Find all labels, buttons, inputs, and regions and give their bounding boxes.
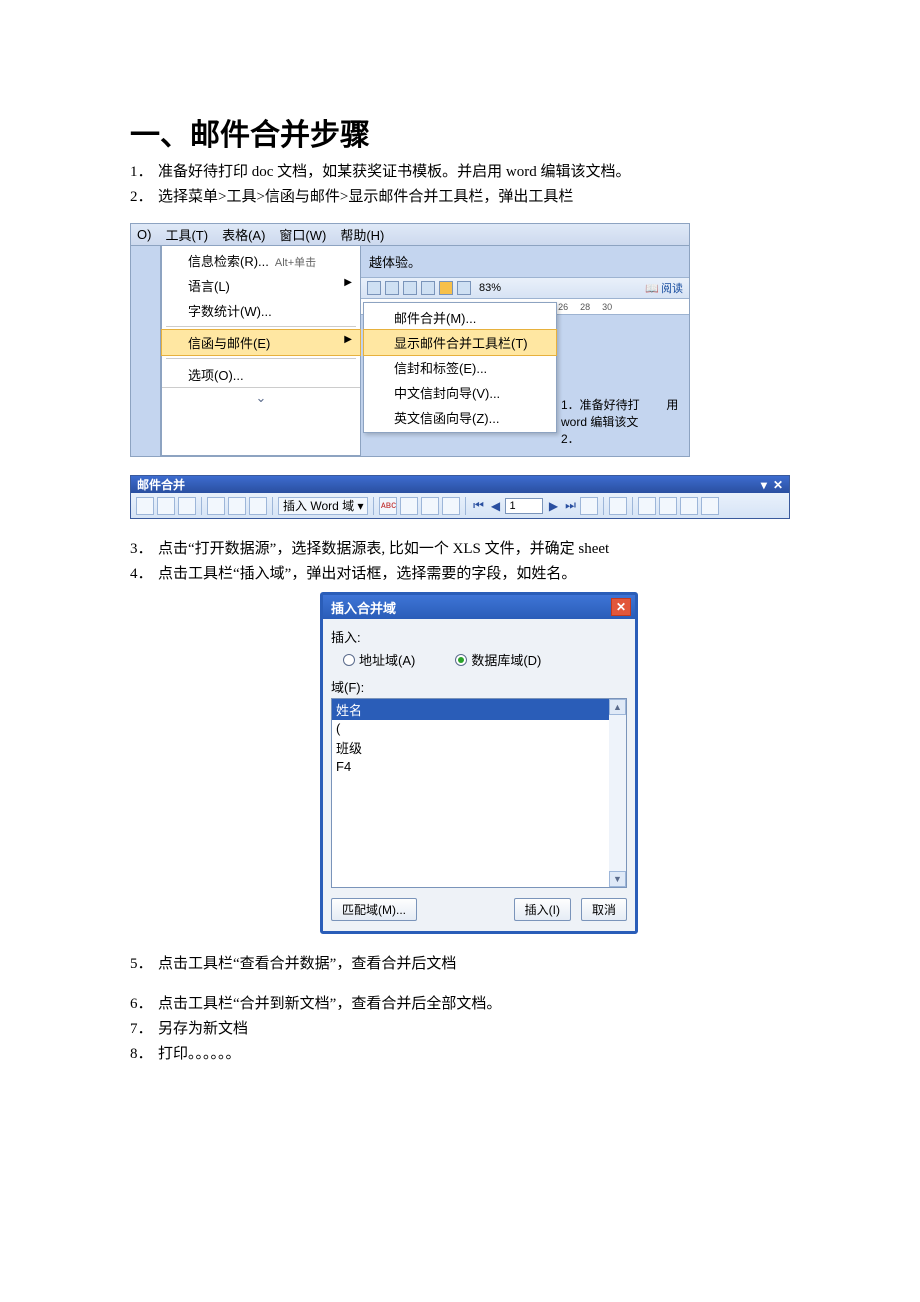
step-3: 3．点击“打开数据源”，选择数据源表, 比如一个 XLS 文件，并确定 shee… xyxy=(130,537,790,561)
toolbar-close-icon[interactable]: ✕ xyxy=(773,478,783,492)
mm-icon[interactable] xyxy=(580,497,598,515)
mm-first-record-icon[interactable]: ⏮ xyxy=(471,497,485,515)
word-menu-screenshot: O) 工具(T) 表格(A) 窗口(W) 帮助(H) 信息检索(R)...Alt… xyxy=(130,223,690,457)
step-5: 5．点击工具栏“查看合并数据”，查看合并后文档 xyxy=(130,952,790,976)
mm-icon[interactable] xyxy=(157,497,175,515)
toolbar-icon[interactable] xyxy=(385,281,399,295)
menubar-item-table[interactable]: 表格(A) xyxy=(222,225,265,244)
radio-address-fields[interactable]: 地址域(A) xyxy=(343,650,415,669)
mm-view-merged-icon[interactable]: ᴀʙᴄ xyxy=(379,497,397,515)
submenu-cn-envelope-wizard[interactable]: 中文信封向导(V)... xyxy=(364,380,556,405)
mm-icon[interactable] xyxy=(178,497,196,515)
mm-next-record-icon[interactable]: ▶ xyxy=(546,497,560,515)
field-listbox[interactable]: 姓名 ( 班级 F4 ▲ ▼ xyxy=(331,698,627,888)
word-format-toolbar: 83% 📖 阅读 xyxy=(361,277,689,299)
step-8: 8．打印。。。。。。 xyxy=(130,1042,790,1066)
toolbar-icon[interactable] xyxy=(421,281,435,295)
menubar-item-window[interactable]: 窗口(W) xyxy=(279,225,326,244)
reading-view-button[interactable]: 📖 阅读 xyxy=(645,280,683,296)
menubar-item-tools[interactable]: 工具(T) xyxy=(165,225,208,244)
word-left-gutter xyxy=(131,246,161,456)
menubar-item[interactable]: O) xyxy=(137,227,151,242)
radio-database-fields[interactable]: 数据库域(D) xyxy=(455,650,541,669)
menu-item-research[interactable]: 信息检索(R)...Alt+单击 xyxy=(162,248,360,273)
mm-icon[interactable] xyxy=(680,497,698,515)
toolbar-icon[interactable] xyxy=(403,281,417,295)
insert-label: 插入: xyxy=(331,627,627,646)
list-item[interactable]: F4 xyxy=(332,758,626,775)
dialog-title: 插入合并域 xyxy=(331,598,396,617)
page-title: 一、邮件合并步骤 xyxy=(130,110,790,154)
mm-toolbar-title: 邮件合并 ▾ ✕ xyxy=(131,476,789,493)
word-right-text: 越体验。 xyxy=(361,246,689,277)
cancel-button[interactable]: 取消 xyxy=(581,898,627,921)
scroll-up-icon[interactable]: ▲ xyxy=(609,699,626,715)
tools-dropdown: 信息检索(R)...Alt+单击 语言(L)▶ 字数统计(W)... 信函与邮件… xyxy=(161,246,361,456)
mm-icon[interactable] xyxy=(400,497,418,515)
menu-item-letters-mail[interactable]: 信函与邮件(E)▶ xyxy=(161,329,361,356)
word-doc-area: 1．准备好待打 用 word 编辑该文 2． xyxy=(561,396,683,447)
mm-icon[interactable] xyxy=(136,497,154,515)
list-item[interactable]: 班级 xyxy=(332,737,626,758)
menu-item-language[interactable]: 语言(L)▶ xyxy=(162,273,360,298)
step-1: 1．准备好待打印 doc 文档，如某获奖证书模板。并启用 word 编辑该文档。 xyxy=(130,160,790,184)
menu-expand-chevron-icon[interactable]: ⌄ xyxy=(162,387,360,408)
submenu-mail-merge[interactable]: 邮件合并(M)... xyxy=(364,305,556,330)
list-item[interactable]: 姓名 xyxy=(332,699,626,720)
letters-mail-submenu: 邮件合并(M)... 显示邮件合并工具栏(T) 信封和标签(E)... 中文信封… xyxy=(363,302,557,433)
menu-item-wordcount[interactable]: 字数统计(W)... xyxy=(162,298,360,323)
mm-insert-word-field[interactable]: 插入 Word 域 ▾ xyxy=(278,497,368,515)
mm-merge-new-doc-icon[interactable] xyxy=(638,497,656,515)
list-item[interactable]: ( xyxy=(332,720,626,737)
mail-merge-toolbar: 邮件合并 ▾ ✕ 插入 Word 域 ▾ ᴀʙᴄ xyxy=(130,475,790,519)
menubar-item-help[interactable]: 帮助(H) xyxy=(340,225,384,244)
insert-merge-field-dialog: 插入合并域 ✕ 插入: 地址域(A) 数据库域(D) 域(F): 姓名 ( 班级… xyxy=(320,592,638,934)
toolbar-icon[interactable] xyxy=(439,281,453,295)
match-fields-button[interactable]: 匹配域(M)... xyxy=(331,898,417,921)
toolbar-dropdown-icon[interactable]: ▾ xyxy=(761,478,767,492)
scroll-down-icon[interactable]: ▼ xyxy=(609,871,626,887)
step-7: 7．另存为新文档 xyxy=(130,1017,790,1041)
mm-last-record-icon[interactable]: ⏭ xyxy=(563,497,577,515)
listbox-scrollbar[interactable]: ▲ ▼ xyxy=(609,699,626,887)
mm-icon[interactable] xyxy=(421,497,439,515)
menu-item-options[interactable]: 选项(O)... xyxy=(162,362,360,387)
toolbar-icon[interactable] xyxy=(367,281,381,295)
submenu-en-letter-wizard[interactable]: 英文信函向导(Z)... xyxy=(364,405,556,430)
step-4: 4．点击工具栏“插入域”，弹出对话框，选择需要的字段，如姓名。 xyxy=(130,562,790,586)
mm-record-input[interactable] xyxy=(505,498,543,514)
word-menubar: O) 工具(T) 表格(A) 窗口(W) 帮助(H) xyxy=(131,224,689,246)
field-label: 域(F): xyxy=(331,677,627,696)
mm-merge-printer-icon[interactable] xyxy=(659,497,677,515)
insert-button[interactable]: 插入(I) xyxy=(514,898,571,921)
submenu-show-mm-toolbar[interactable]: 显示邮件合并工具栏(T) xyxy=(363,329,557,356)
mm-prev-record-icon[interactable]: ◀ xyxy=(488,497,502,515)
submenu-envelopes-labels[interactable]: 信封和标签(E)... xyxy=(364,355,556,380)
mm-icon[interactable] xyxy=(228,497,246,515)
mm-icon[interactable] xyxy=(207,497,225,515)
mm-icon[interactable] xyxy=(609,497,627,515)
toolbar-icon[interactable] xyxy=(457,281,471,295)
zoom-value[interactable]: 83% xyxy=(479,282,501,294)
dialog-close-icon[interactable]: ✕ xyxy=(611,598,631,616)
step-6: 6．点击工具栏“合并到新文档”，查看合并后全部文档。 xyxy=(130,992,790,1016)
mm-icon[interactable] xyxy=(249,497,267,515)
mm-icon[interactable] xyxy=(442,497,460,515)
step-2: 2．选择菜单>工具>信函与邮件>显示邮件合并工具栏，弹出工具栏 xyxy=(130,185,790,209)
mm-icon[interactable] xyxy=(701,497,719,515)
